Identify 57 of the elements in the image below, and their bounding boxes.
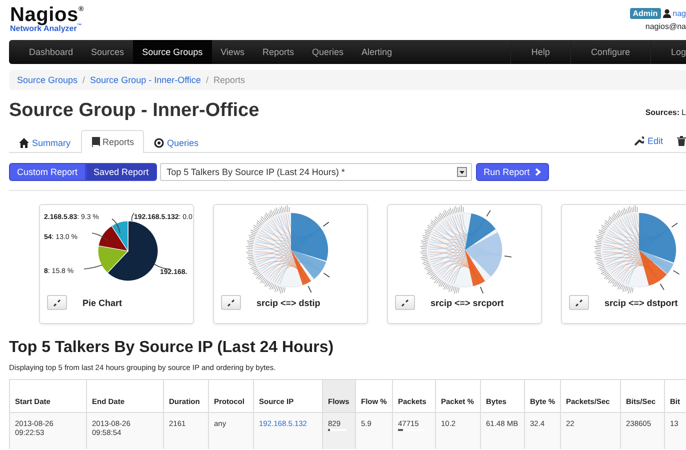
expand-icon — [226, 298, 234, 306]
home-icon — [19, 138, 29, 148]
chevron-right-icon — [534, 168, 541, 176]
nav-item[interactable]: Sources — [82, 40, 134, 64]
leader-line — [112, 218, 120, 234]
expand-button[interactable] — [46, 295, 66, 310]
nav-item[interactable]: Help — [510, 40, 570, 64]
breadcrumb-link[interactable]: Source Group - Inner-Office — [90, 75, 201, 85]
delete-button[interactable] — [677, 136, 686, 146]
logo-subtitle: Network Analyzer$^{™}$ — [10, 24, 83, 33]
breadcrumb-separator: / — [82, 75, 86, 85]
chart-caption: srcip <=> dstip — [256, 298, 320, 308]
page-title: Source Group - Inner-Office — [9, 100, 260, 122]
breadcrumb-separator: / — [206, 75, 208, 85]
wrench-icon — [634, 136, 644, 146]
nav-item[interactable]: Views — [212, 40, 254, 64]
chart-caption: Pie Chart — [82, 298, 122, 308]
leader-line — [131, 212, 134, 222]
nav-item[interactable]: Alerting — [352, 40, 401, 64]
user-icon — [662, 9, 671, 18]
circle-icon — [154, 138, 164, 148]
trash-icon — [677, 136, 686, 146]
expand-icon — [52, 298, 60, 306]
expand-icon — [400, 298, 408, 306]
nav-item[interactable]: Log — [650, 40, 686, 64]
chart-caption: srcip <=> srcport — [430, 298, 504, 308]
tab[interactable]: Summary — [9, 131, 81, 153]
leader-line — [92, 232, 108, 242]
expand-button[interactable] — [568, 295, 588, 310]
report-title: Top 5 Talkers By Source IP (Last 24 Hours) — [9, 338, 335, 357]
expand-button[interactable] — [394, 295, 414, 310]
report-mode-button[interactable]: Saved Report — [86, 163, 157, 181]
nav-item[interactable]: Queries — [302, 40, 352, 64]
run-report-button[interactable]: Run Report — [476, 163, 549, 181]
leader-line — [84, 264, 102, 270]
tab[interactable]: Reports — [80, 130, 144, 153]
nav-item[interactable]: Reports — [253, 40, 303, 64]
book-icon — [90, 137, 100, 147]
logo-text: Nagios$^{®}$ — [10, 6, 84, 24]
expand-button[interactable] — [220, 295, 240, 310]
expand-icon — [574, 298, 582, 306]
sources-label: Sources: — [645, 108, 680, 117]
user-email: nagios@na — [645, 22, 686, 31]
edit-link[interactable]: Edit — [634, 136, 663, 146]
sources-value: L — [682, 108, 686, 117]
leader-line — [154, 264, 170, 270]
nav-item[interactable]: Configure — [570, 40, 650, 64]
breadcrumb-current: Reports — [213, 75, 245, 85]
user-link[interactable]: nag — [672, 9, 686, 18]
nav-item[interactable]: Dashboard — [9, 40, 82, 64]
report-mode-button[interactable]: Custom Report — [9, 163, 86, 181]
report-select[interactable]: Top 5 Talkers By Source IP (Last 24 Hours) * — [160, 163, 472, 181]
breadcrumb-link[interactable]: Source Groups — [17, 75, 78, 85]
chart-caption: srcip <=> dstport — [604, 298, 678, 308]
tab[interactable]: Queries — [144, 131, 209, 153]
role-badge: Admin — [630, 8, 661, 19]
nav-item[interactable]: Source Groups — [133, 40, 212, 64]
